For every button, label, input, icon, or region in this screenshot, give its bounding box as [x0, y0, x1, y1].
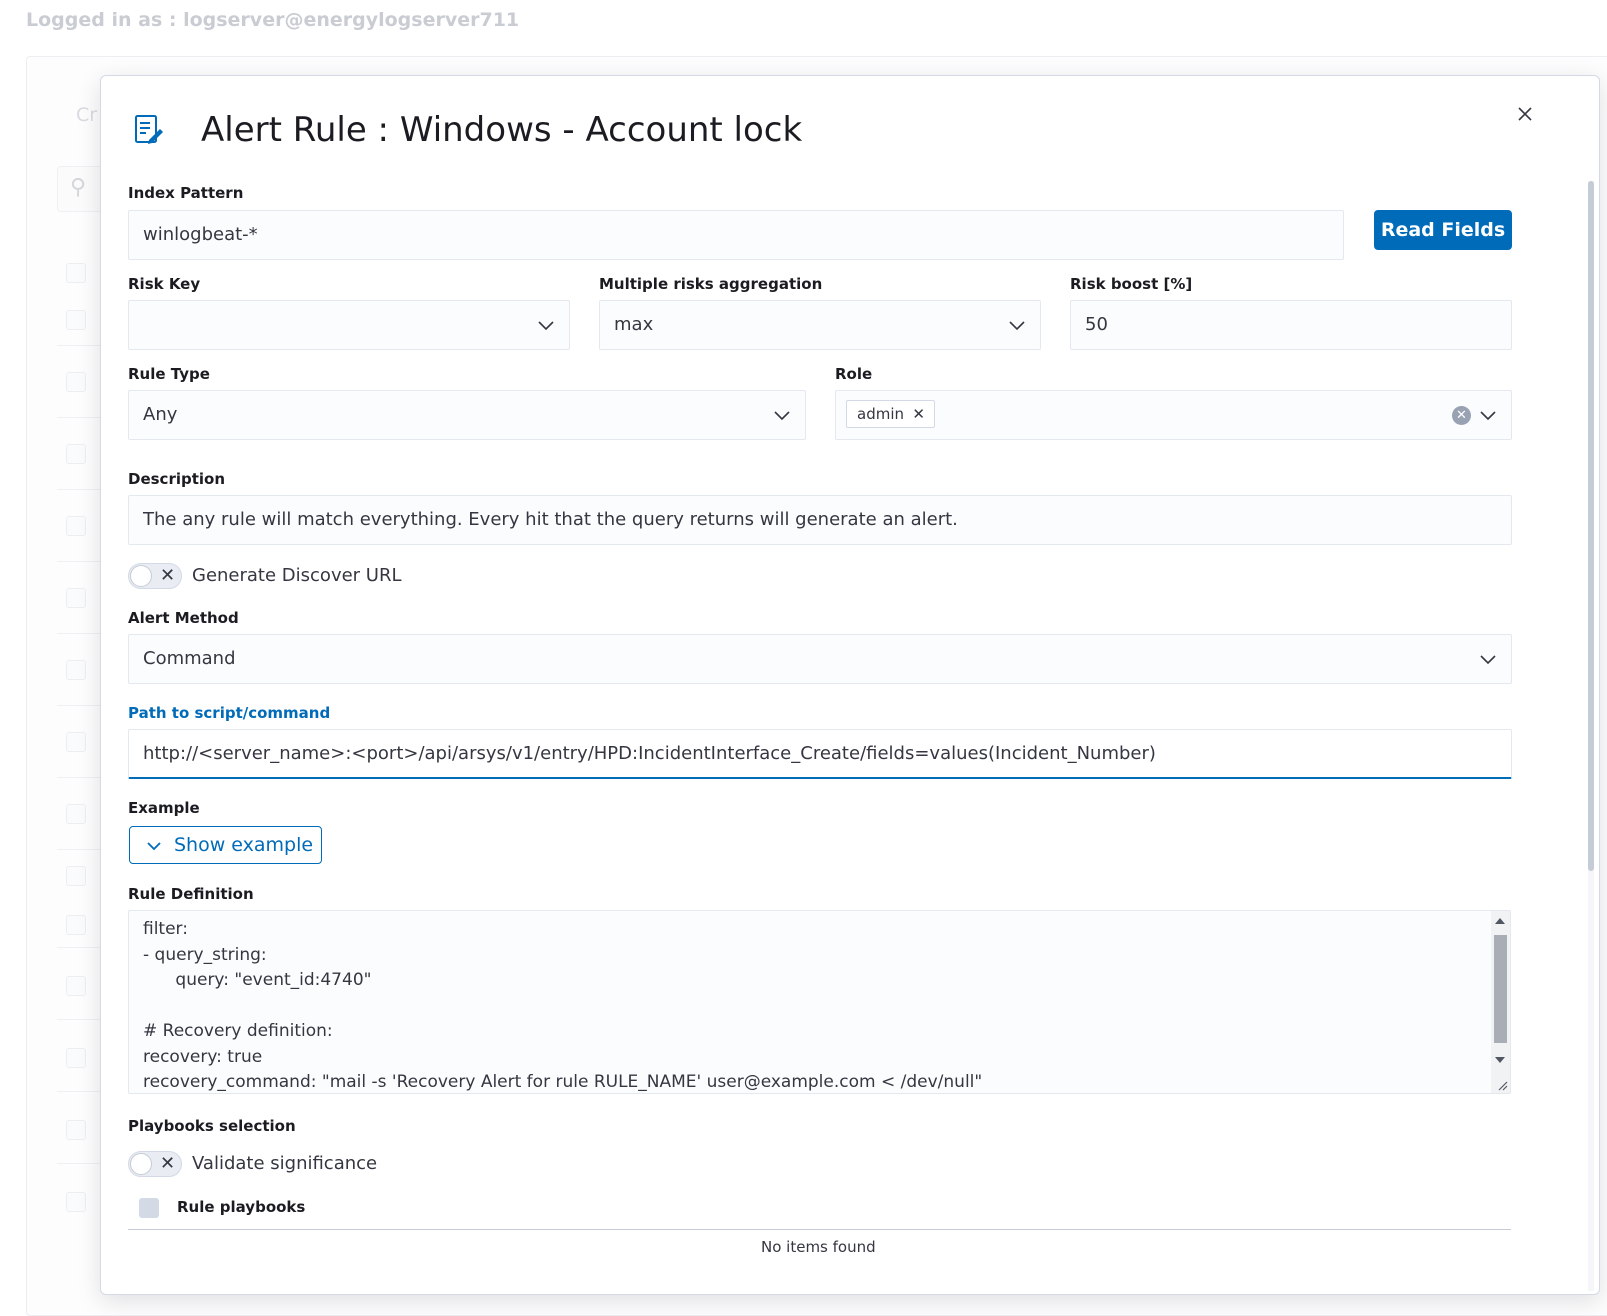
background-row-checkbox — [66, 1192, 86, 1212]
chevron-down-icon — [1480, 411, 1496, 421]
remove-chip-icon[interactable]: ✕ — [912, 401, 925, 427]
playbooks-label: Playbooks selection — [128, 1117, 296, 1135]
background-row-checkbox — [66, 804, 86, 824]
background-row-checkbox — [66, 660, 86, 680]
role-chip-label: admin — [857, 405, 904, 423]
code-line: - query_string: — [143, 945, 267, 965]
rule-type-label: Rule Type — [128, 365, 210, 383]
background-row-checkbox — [66, 310, 86, 330]
validate-significance-label: Validate significance — [192, 1153, 378, 1174]
rule-type-select[interactable]: Any — [128, 390, 806, 440]
document-edit-icon — [134, 114, 164, 146]
background-row-checkbox — [66, 444, 86, 464]
modal-title: Alert Rule : Windows - Account lock — [201, 110, 803, 150]
clear-icon[interactable]: ✕ — [1452, 406, 1471, 425]
example-label: Example — [128, 799, 200, 817]
code-line: recovery: true — [143, 1047, 263, 1067]
background-row-checkbox — [66, 588, 86, 608]
validate-significance-switch[interactable]: ✕ — [128, 1151, 182, 1177]
background-row-checkbox — [66, 1048, 86, 1068]
rule-definition-textarea[interactable]: filter: - query_string: query: "event_id… — [128, 910, 1511, 1094]
risk-aggregation-select[interactable]: max — [599, 300, 1041, 350]
select-all-checkbox[interactable] — [139, 1198, 159, 1218]
risk-aggregation-value: max — [614, 314, 654, 335]
risk-boost-value: 50 — [1085, 314, 1108, 335]
role-combobox[interactable]: admin ✕ ✕ — [835, 390, 1512, 440]
search-icon: ⚲ — [70, 175, 87, 200]
chevron-down-icon — [1480, 655, 1496, 665]
risk-aggregation-label: Multiple risks aggregation — [599, 275, 823, 293]
index-pattern-label: Index Pattern — [128, 184, 244, 202]
description-label: Description — [128, 470, 226, 488]
alert-method-select[interactable]: Command — [128, 634, 1512, 684]
description-value: The any rule will match everything. Ever… — [143, 509, 958, 530]
role-chip: admin ✕ — [846, 400, 935, 428]
switch-off-icon: ✕ — [160, 1153, 176, 1174]
table-divider — [128, 1229, 1511, 1230]
alert-rule-modal: Alert Rule : Windows - Account lock Inde… — [100, 75, 1600, 1295]
code-line: recovery_command: "mail -s 'Recovery Ale… — [143, 1072, 983, 1092]
script-path-value: http://<server_name>:<port>/api/arsys/v1… — [143, 743, 1156, 764]
chevron-down-icon — [1009, 321, 1025, 331]
chevron-down-icon — [774, 411, 790, 421]
textarea-scrollbar-thumb[interactable] — [1494, 935, 1507, 1043]
resize-grip-icon[interactable] — [1496, 1079, 1508, 1091]
rule-definition-label: Rule Definition — [128, 885, 254, 903]
chevron-down-icon — [147, 842, 161, 851]
show-example-label: Show example — [174, 834, 314, 856]
read-fields-button[interactable]: Read Fields — [1374, 210, 1512, 250]
role-label: Role — [835, 365, 873, 383]
risk-boost-input[interactable]: 50 — [1070, 300, 1512, 350]
index-pattern-input[interactable]: winlogbeat-* — [128, 210, 1344, 260]
background-row-checkbox — [66, 516, 86, 536]
close-icon[interactable] — [1511, 100, 1539, 128]
code-line: # Recovery definition: — [143, 1021, 333, 1041]
rule-type-value: Any — [143, 404, 178, 425]
background-row-checkbox — [66, 976, 86, 996]
description-input[interactable]: The any rule will match everything. Ever… — [128, 495, 1512, 545]
script-path-input[interactable]: http://<server_name>:<port>/api/arsys/v1… — [128, 729, 1512, 779]
scroll-up-icon[interactable] — [1495, 918, 1505, 924]
switch-off-icon: ✕ — [160, 565, 176, 586]
empty-table-message: No items found — [761, 1238, 876, 1256]
background-row-checkbox — [66, 263, 86, 283]
modal-scrollbar-thumb[interactable] — [1588, 181, 1594, 871]
alert-method-label: Alert Method — [128, 609, 239, 627]
background-breadcrumb: Cr — [76, 104, 98, 126]
risk-boost-label: Risk boost [%] — [1070, 275, 1193, 293]
scroll-down-icon[interactable] — [1495, 1057, 1505, 1063]
switch-knob — [130, 565, 152, 587]
background-row-checkbox — [66, 732, 86, 752]
switch-knob — [130, 1153, 152, 1175]
background-row-checkbox — [66, 915, 86, 935]
background-row-checkbox — [66, 1120, 86, 1140]
chevron-down-icon — [538, 321, 554, 331]
textarea-scrollbar[interactable] — [1491, 911, 1510, 1093]
code-line: query: "event_id:4740" — [143, 970, 372, 990]
alert-method-value: Command — [143, 648, 236, 669]
generate-discover-url-label: Generate Discover URL — [192, 565, 402, 586]
show-example-button[interactable]: Show example — [129, 826, 322, 864]
index-pattern-value: winlogbeat-* — [143, 224, 258, 245]
risk-key-select[interactable] — [128, 300, 570, 350]
background-row-checkbox — [66, 372, 86, 392]
script-path-label: Path to script/command — [128, 704, 331, 722]
rule-playbooks-header[interactable]: Rule playbooks — [177, 1198, 305, 1216]
logged-in-text: Logged in as : logserver@energylogserver… — [26, 9, 520, 31]
generate-discover-url-switch[interactable]: ✕ — [128, 563, 182, 589]
code-line: filter: — [143, 919, 188, 939]
background-row-checkbox — [66, 866, 86, 886]
risk-key-label: Risk Key — [128, 275, 201, 293]
